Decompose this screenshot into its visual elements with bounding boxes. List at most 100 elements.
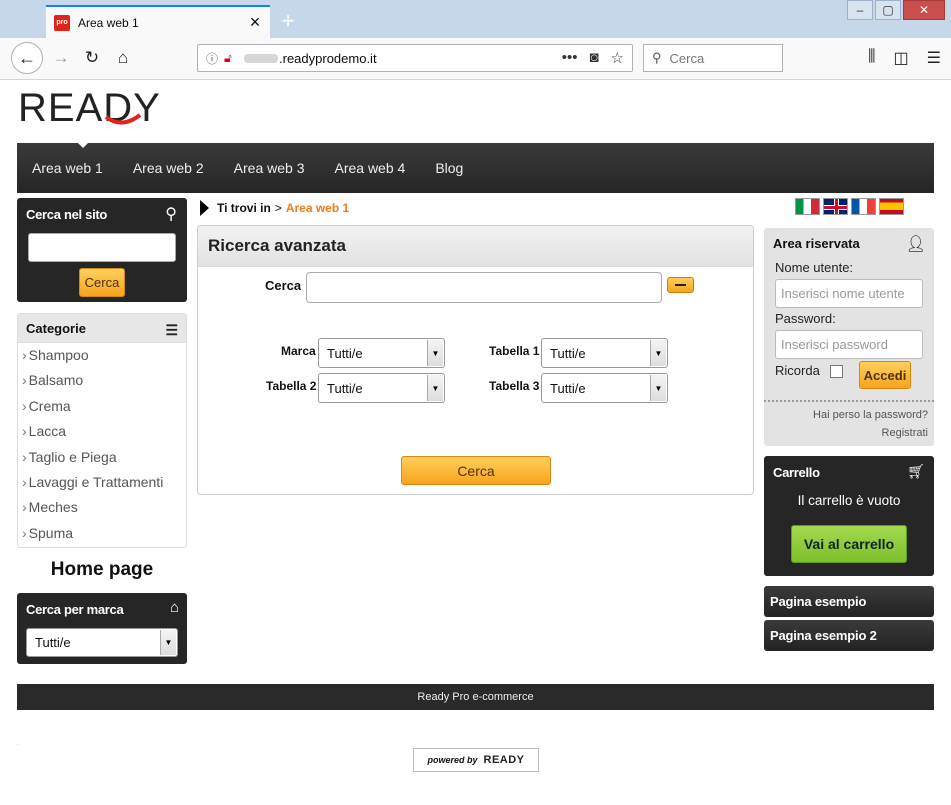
url-bar[interactable]: ⓘ 🔓︎ .readyprodemo.it ••• ◙ ☆ [197,44,633,72]
search-icon: ⚲ [652,50,662,65]
close-tab-icon[interactable]: × [244,12,266,33]
marca-label: Marca [281,344,316,358]
favicon-icon: pro [54,14,70,31]
cart-title: Carrello [773,465,820,480]
breadcrumb-current[interactable]: Area web 1 [286,201,349,215]
list-icon[interactable]: ☰ [165,322,178,339]
window-controls: – ▢ ✕ [845,0,945,20]
home-page-link[interactable]: Home page [17,559,187,581]
breadcrumb-separator: > [274,201,282,215]
site-search-input[interactable] [28,233,176,262]
tab-title: Area web 1 [78,15,139,30]
home-icon[interactable]: ⌂ [112,47,134,69]
main-navigation: Area web 1 Area web 2 Area web 3 Area we… [17,142,934,193]
new-tab-icon[interactable]: + [276,8,300,34]
tabella3-select[interactable]: Tutti/e ▼ [541,373,668,403]
browser-search-input[interactable]: ⚲ Cerca [643,44,783,72]
nav-item-blog[interactable]: Blog [420,160,478,176]
tabella1-select[interactable]: Tutti/e ▼ [541,338,668,368]
forward-icon[interactable]: → [50,47,72,69]
remember-label: Ricorda [775,363,820,378]
library-icon[interactable]: ⫼ [868,48,875,68]
window-close-icon[interactable]: ✕ [903,0,945,20]
site-search-title: Cerca nel sito [26,207,108,222]
site-search-button[interactable]: Cerca [79,268,125,297]
back-icon[interactable]: ← [11,42,43,74]
home-icon: ⌂ [169,599,179,616]
user-icon: 👤︎ [905,236,926,253]
forgot-password-link[interactable]: Hai perso la password? [813,409,928,421]
divider [764,400,934,402]
collapse-button[interactable] [667,277,694,293]
tabella2-label: Tabella 2 [266,379,317,393]
advanced-search-input[interactable] [306,272,662,303]
footer-bar: Ready Pro e-commerce [17,684,934,710]
register-link[interactable]: Registrati [882,427,928,439]
powered-by-badge[interactable]: powered by READY [413,748,539,772]
spanish-flag-icon[interactable] [879,198,904,215]
footer-dot: . [17,741,19,747]
categories-box: Categorie ☰ › Shampoo › Balsamo › Crema › La… [17,313,187,548]
menu-icon[interactable]: ☰ [927,48,941,68]
cart-icon: 🛒︎ [907,463,925,479]
browser-toolbar: ← → ↻ ⌂ ⓘ 🔓︎ .readyprodemo.it ••• ◙ ☆ ⚲ … [0,38,951,80]
advanced-search-panel: Ricerca avanzata Cerca Marca Tutti/e ▼ T… [197,225,754,495]
nav-item-area-web-3[interactable]: Area web 3 [219,160,320,176]
category-item[interactable]: › Spuma [18,521,186,546]
nav-item-area-web-2[interactable]: Area web 2 [118,160,219,176]
category-item[interactable]: › Shampoo [18,343,186,368]
advanced-search-button[interactable]: Cerca [401,456,551,485]
browser-tab[interactable]: pro Area web 1 × [46,5,270,38]
english-flag-icon[interactable] [823,198,848,215]
username-label: Nome utente: [775,260,854,275]
info-icon[interactable]: ⓘ [206,50,224,67]
password-input[interactable] [775,330,923,359]
category-item[interactable]: › Lavaggi e Trattamenti [18,470,186,495]
minimize-icon[interactable]: – [847,0,873,20]
remember-checkbox[interactable] [830,365,843,378]
go-to-cart-button[interactable]: Vai al carrello [791,525,907,563]
tabella1-label: Tabella 1 [489,344,540,358]
page-actions-icon[interactable]: ••• [562,49,578,67]
dropdown-arrow-icon: ▼ [650,340,666,366]
category-item[interactable]: › Crema [18,394,186,419]
reserved-area-title: Area riservata [773,236,860,251]
login-button[interactable]: Accedi [859,361,911,389]
brand-search-title: Cerca per marca [26,602,124,617]
tabella2-select[interactable]: Tutti/e ▼ [318,373,445,403]
cerca-label: Cerca [265,278,302,293]
category-item[interactable]: › Lacca [18,419,186,444]
tabella3-label: Tabella 3 [489,379,540,393]
page-link-example[interactable]: Pagina esempio [764,586,934,617]
username-input[interactable] [775,279,923,308]
language-flags [795,198,904,215]
web-page: READY Area web 1 Area web 2 Area web 3 A… [0,81,951,805]
bookmark-star-icon[interactable]: ☆ [611,49,624,67]
marca-select[interactable]: Tutti/e ▼ [318,338,445,368]
ready-logo[interactable]: READY [18,87,218,127]
cart-box: Carrello 🛒︎ Il carrello è vuoto Vai al c… [764,456,934,576]
insecure-lock-icon[interactable]: 🔓︎ [224,51,244,66]
brand-select[interactable]: Tutti/e ▼ [26,628,178,657]
reload-icon[interactable]: ↻ [81,47,103,69]
pocket-icon[interactable]: ◙ [589,49,598,67]
category-item[interactable]: › Meches [18,495,186,520]
italian-flag-icon[interactable] [795,198,820,215]
categories-title: Categorie [26,320,86,336]
url-text: .readyprodemo.it [279,50,377,66]
nav-item-area-web-1[interactable]: Area web 1 [17,160,118,176]
french-flag-icon[interactable] [851,198,876,215]
sidebar-icon[interactable]: ◫ [894,48,909,68]
page-link-example-2[interactable]: Pagina esempio 2 [764,620,934,651]
cart-empty-text: Il carrello è vuoto [797,493,901,508]
category-item[interactable]: › Taglio e Piega [18,445,186,470]
dropdown-arrow-icon: ▼ [427,375,443,401]
nav-item-area-web-4[interactable]: Area web 4 [319,160,420,176]
powered-by-text: powered by [427,755,478,765]
breadcrumb-prefix: Ti trovi in [217,201,271,215]
maximize-icon[interactable]: ▢ [875,0,901,20]
powered-by-brand: READY [483,754,525,766]
dropdown-arrow-icon: ▼ [427,340,443,366]
category-item[interactable]: › Balsamo [18,368,186,393]
advanced-search-title: Ricerca avanzata [198,226,753,267]
